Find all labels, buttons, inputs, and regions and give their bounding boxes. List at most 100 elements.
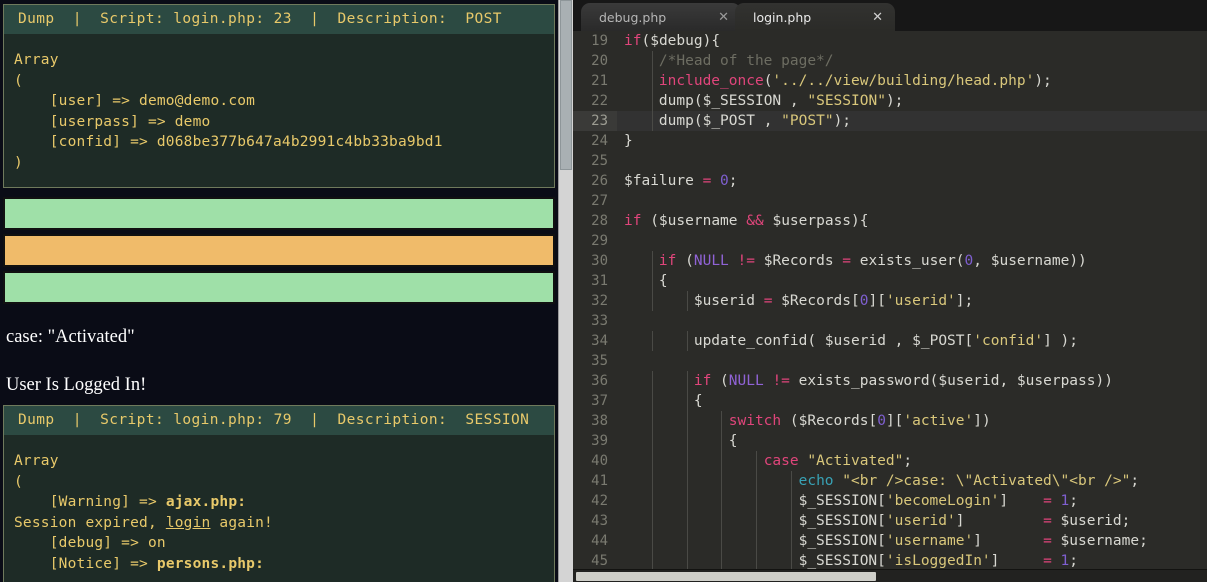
dump-session-body: Array ( [Warning] => ajax.php: Session e…	[14, 453, 273, 572]
line-number: 22	[573, 91, 617, 111]
code-line[interactable]: 26 $failure = 0;	[573, 171, 1207, 191]
code-line-text: if (NULL != $Records = exists_user(0, $u…	[617, 251, 1207, 271]
code-line[interactable]: 23 dump($_POST , "POST");	[573, 111, 1207, 131]
line-number: 20	[573, 51, 617, 71]
code-line[interactable]: 36 if (NULL != exists_password($userid, …	[573, 371, 1207, 391]
close-icon[interactable]: ✕	[718, 11, 729, 24]
page-vertical-scrollbar[interactable]	[558, 0, 573, 582]
code-line[interactable]: 44 $_SESSION['username'] = $username;	[573, 531, 1207, 551]
line-number: 35	[573, 351, 617, 371]
line-number: 36	[573, 371, 617, 391]
line-number: 24	[573, 131, 617, 151]
code-line-text: {	[624, 431, 738, 451]
line-number: 45	[573, 551, 617, 571]
code-line[interactable]: 37 {	[573, 391, 1207, 411]
timing-bar-list: #1|T: 0.001"| R:1 |F:exists_user #2|T: 0…	[0, 197, 558, 304]
code-line-text: dump($_SESSION , "SESSION");	[617, 91, 1207, 111]
line-number: 39	[573, 431, 617, 451]
code-line[interactable]: 31 {	[573, 271, 1207, 291]
code-line[interactable]: 22 dump($_SESSION , "SESSION");	[573, 91, 1207, 111]
code-line[interactable]: 28 if ($username && $userpass){	[573, 211, 1207, 231]
line-number: 33	[573, 311, 617, 331]
code-line[interactable]: 21 include_once('../../view/building/hea…	[573, 71, 1207, 91]
code-line-text: if ($username && $userpass){	[624, 213, 869, 229]
line-number: 23	[573, 111, 617, 131]
line-number: 26	[573, 171, 617, 191]
code-line[interactable]: 35	[573, 351, 1207, 371]
code-line[interactable]: 40 case "Activated";	[573, 451, 1207, 471]
timing-bar: #2|T: 0.052"| R:0 |F:update_confid	[3, 234, 555, 267]
code-line[interactable]: 30 if (NULL != $Records = exists_user(0,…	[573, 251, 1207, 271]
code-line-text: dump($_POST , "POST");	[617, 111, 1207, 131]
code-line[interactable]: 39 {	[573, 431, 1207, 451]
page-scrollbar-thumb[interactable]	[560, 0, 572, 170]
code-line[interactable]: 34 update_confid( $userid , $_POST['conf…	[573, 331, 1207, 351]
editor-hscrollbar-thumb[interactable]	[576, 572, 876, 581]
line-number: 19	[573, 31, 617, 51]
code-line-text: case "Activated";	[617, 451, 1207, 471]
editor-horizontal-scrollbar[interactable]	[573, 569, 1207, 582]
code-text-area[interactable]: 19 if($debug){ 20 /*Head of the page*/21 i…	[573, 31, 1207, 582]
line-number: 41	[573, 471, 617, 491]
line-number: 25	[573, 151, 617, 171]
line-number: 21	[573, 71, 617, 91]
dump-block-session: Dump | Script: login.php: 79 | Descripti…	[3, 405, 555, 582]
timing-bar: #3|T: 0.000"| R:1 |F:exists_password	[3, 271, 555, 304]
code-line-text: $userid = $Records[0]['userid'];	[624, 291, 974, 311]
code-line[interactable]: 25	[573, 151, 1207, 171]
code-line-text: {	[624, 271, 668, 291]
line-number: 43	[573, 511, 617, 531]
code-line[interactable]: 32 $userid = $Records[0]['userid'];	[573, 291, 1207, 311]
code-line[interactable]: 42 $_SESSION['becomeLogin'] = 1;	[573, 491, 1207, 511]
tab-debug-php[interactable]: debug.php ✕	[581, 3, 741, 31]
code-line[interactable]: 24}	[573, 131, 1207, 151]
debug-output-panel: Dump | Script: login.php: 23 | Descripti…	[0, 0, 558, 582]
code-line-text: update_confid( $userid , $_POST['confid'…	[617, 331, 1207, 351]
line-number: 42	[573, 491, 617, 511]
code-line-text: echo "<br />case: \"Activated\"<br />";	[617, 471, 1207, 491]
code-line-text	[617, 311, 1207, 331]
tab-login-php[interactable]: login.php ✕	[735, 3, 895, 31]
code-line[interactable]: 29	[573, 231, 1207, 251]
code-line-text: $_SESSION['becomeLogin'] = 1;	[624, 491, 1078, 511]
dump-session-header: Dump | Script: login.php: 79 | Descripti…	[4, 406, 554, 435]
line-number: 27	[573, 191, 617, 211]
code-line[interactable]: 45 $_SESSION['isLoggedIn'] = 1;	[573, 551, 1207, 571]
app-root: Dump | Script: login.php: 23 | Descripti…	[0, 0, 1207, 582]
code-line-text: $failure = 0;	[624, 173, 738, 189]
line-number: 40	[573, 451, 617, 471]
line-number: 34	[573, 331, 617, 351]
code-line-text: include_once('../../view/building/head.p…	[617, 71, 1207, 91]
code-editor-panel: debug.php ✕ login.php ✕ 19 if($debug){ 20 …	[573, 0, 1207, 582]
code-line[interactable]: 19 if($debug){	[573, 31, 1207, 51]
code-line[interactable]: 33	[573, 311, 1207, 331]
tab-label: debug.php	[599, 9, 667, 25]
timing-bar: #1|T: 0.001"| R:1 |F:exists_user	[3, 197, 555, 230]
line-number: 30	[573, 251, 617, 271]
case-activated-message: case: "Activated"	[6, 327, 135, 347]
dump-post-header: Dump | Script: login.php: 23 | Descripti…	[4, 5, 554, 34]
code-line-text: $_SESSION['userid'] = $userid;	[624, 511, 1131, 531]
code-line[interactable]: 43 $_SESSION['userid'] = $userid;	[573, 511, 1207, 531]
code-line[interactable]: 20 /*Head of the page*/	[573, 51, 1207, 71]
line-number: 31	[573, 271, 617, 291]
line-number: 38	[573, 411, 617, 431]
user-logged-in-message: User Is Logged In!	[6, 375, 147, 395]
code-line-text: if($debug){	[624, 33, 721, 49]
code-line[interactable]: 38 switch ($Records[0]['active'])	[573, 411, 1207, 431]
code-line-text	[617, 191, 1207, 211]
code-line-text: /*Head of the page*/	[617, 51, 1207, 71]
code-line[interactable]: 41 echo "<br />case: \"Activated\"<br />…	[573, 471, 1207, 491]
line-number: 32	[573, 291, 617, 311]
line-number: 37	[573, 391, 617, 411]
code-line-text	[617, 151, 1207, 171]
line-number: 28	[573, 211, 617, 231]
line-number: 44	[573, 531, 617, 551]
code-line[interactable]: 27	[573, 191, 1207, 211]
dump-post-body: Array ( [user] => demo@demo.com [userpas…	[14, 52, 443, 171]
code-line-text	[617, 231, 1207, 251]
close-icon[interactable]: ✕	[872, 11, 883, 24]
code-line-text: $_SESSION['username'] = $username;	[624, 531, 1148, 551]
code-line-text: {	[624, 391, 703, 411]
code-line-text: if (NULL != exists_password($userid, $us…	[617, 371, 1207, 391]
